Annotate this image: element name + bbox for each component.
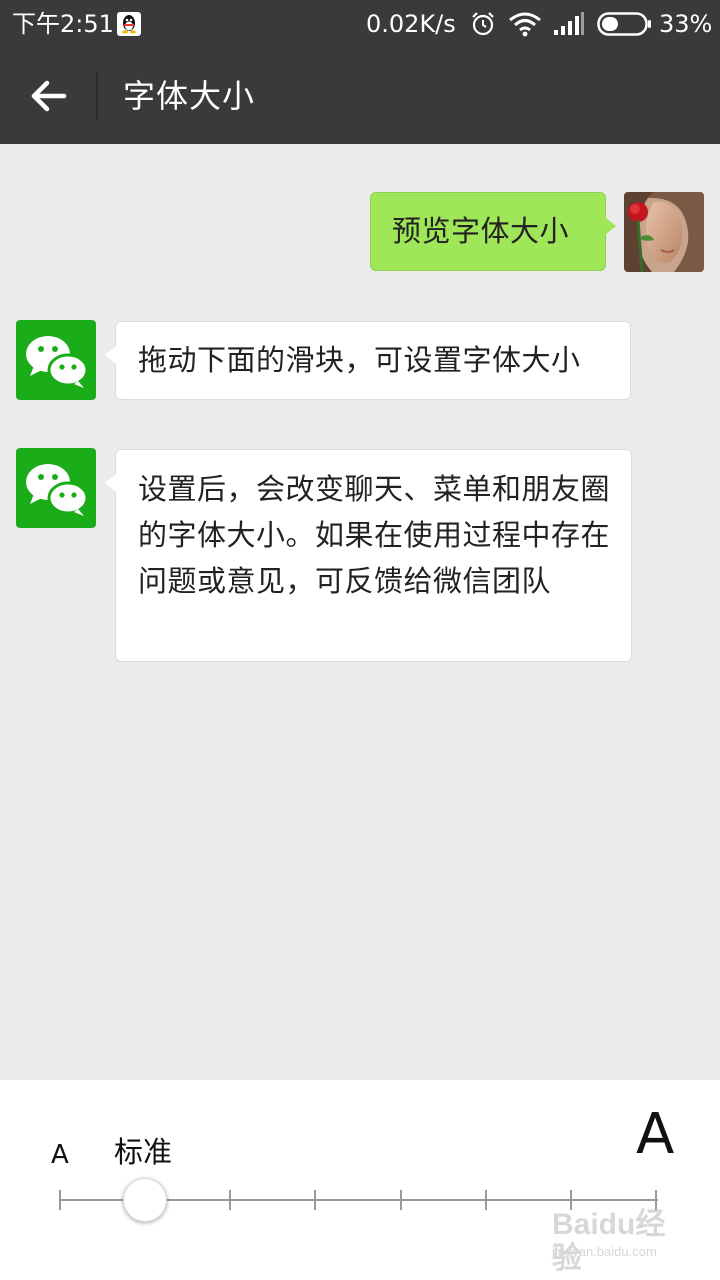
self-message-bubble: 预览字体大小 <box>370 192 616 271</box>
wechat-avatar[interactable] <box>16 448 96 528</box>
wifi-icon <box>509 12 541 37</box>
slider-tick <box>59 1190 61 1210</box>
current-size-label: 标准 <box>114 1135 173 1169</box>
battery-percent: 33% <box>659 10 713 38</box>
message-bubble: 拖动下面的滑块，可设置字体大小 <box>105 321 631 400</box>
signal-icon <box>554 12 584 35</box>
back-arrow-icon[interactable] <box>22 73 74 119</box>
message-text: 设置后，会改变聊天、菜单和朋友圈的字体大小。如果在使用过程中存在问题或意见，可反… <box>138 472 611 598</box>
slider-knob[interactable] <box>123 1178 168 1222</box>
status-bar: 下午2:51 0.02K/s 33% <box>0 0 720 48</box>
status-time: 下午2:51 <box>12 10 114 38</box>
message-bubble: 设置后，会改变聊天、菜单和朋友圈的字体大小。如果在使用过程中存在问题或意见，可反… <box>105 449 632 662</box>
watermark-brand: Baidu经验 <box>552 1208 666 1275</box>
self-message-text: 预览字体大小 <box>392 214 570 248</box>
wechat-logo-icon <box>26 336 89 388</box>
battery-icon <box>597 12 651 36</box>
page-title: 字体大小 <box>123 77 256 115</box>
title-divider <box>96 72 98 120</box>
message-text: 拖动下面的滑块，可设置字体大小 <box>138 343 581 377</box>
title-bar: 字体大小 <box>0 48 720 144</box>
network-speed: 0.02K/s <box>366 10 456 38</box>
slider-tick <box>484 1190 487 1210</box>
slider-tick <box>314 1190 317 1210</box>
alarm-icon <box>472 12 494 36</box>
user-avatar-image <box>624 192 704 272</box>
wechat-logo-icon <box>26 464 89 516</box>
wechat-avatar[interactable] <box>16 320 96 400</box>
qq-icon <box>117 12 141 36</box>
user-avatar[interactable] <box>624 192 704 272</box>
watermark: Baidu经验 jingyan.baidu.com <box>552 1198 682 1275</box>
large-font-label: A <box>636 1102 675 1167</box>
watermark-url: jingyan.baidu.com <box>552 1244 657 1259</box>
slider-tick <box>229 1190 232 1210</box>
small-font-label: A <box>51 1140 69 1170</box>
slider-tick <box>399 1190 402 1210</box>
